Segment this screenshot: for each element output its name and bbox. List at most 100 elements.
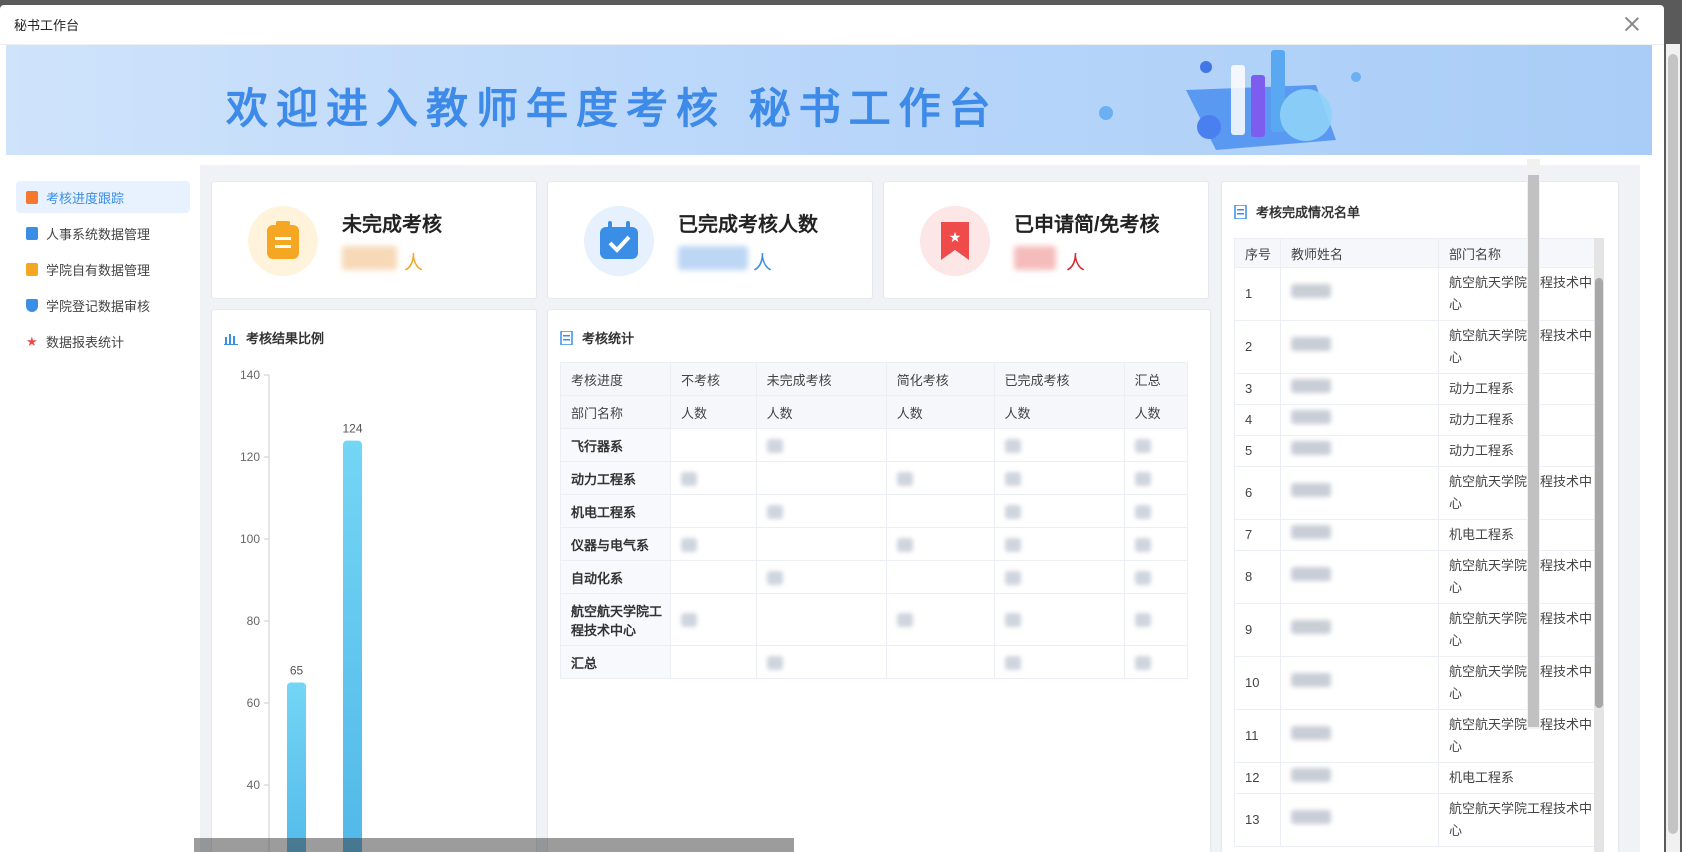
table-row[interactable]: 12 机电工程系 <box>1234 762 1604 794</box>
result-bar-chart: 140 120 100 80 60 40 65 124 <box>240 368 363 852</box>
sidebar-item-reports[interactable]: ★ 数据报表统计 <box>16 325 190 357</box>
blurred-name <box>1291 567 1331 581</box>
stat-table-card: 考核统计 考核进度 不考核 未完成考核 简化考核 已完成考核 汇总 部门名称 人数 人数 人数人… <box>547 309 1211 852</box>
table-row[interactable]: 5 动力工程系 <box>1234 435 1604 467</box>
table-row[interactable]: 4 动力工程系 <box>1234 404 1604 436</box>
row-number-cell: 4 <box>1234 404 1281 436</box>
bar-0[interactable] <box>287 682 306 852</box>
blurred-value <box>1134 537 1151 552</box>
sidebar-item-label: 学院登记数据审核 <box>46 298 151 314</box>
star-icon: ★ <box>26 333 38 349</box>
blurred-value <box>1004 504 1021 519</box>
stat-label: 未完成考核 <box>342 214 442 236</box>
blurred-value <box>766 655 783 670</box>
row-number-cell: 3 <box>1234 373 1281 405</box>
department-cell: 航空航天学院工程技术中心 <box>1438 709 1604 763</box>
table-cell-blurred <box>670 494 757 528</box>
content-scrollbar[interactable] <box>1527 159 1540 729</box>
department-cell: 航空航天学院工程技术中心 <box>1438 550 1604 604</box>
department-cell: 航空航天学院工程技术中心 <box>1438 603 1604 657</box>
stat-card-exempt: ★ 已申请简/免考核 人 <box>883 181 1209 299</box>
teacher-name-cell <box>1280 709 1439 763</box>
bar-1[interactable] <box>343 440 362 852</box>
department-cell: 航空航天学院工程技术中心 <box>1438 267 1604 321</box>
department-cell: 航空航天学院工程技术中心 <box>1438 656 1604 710</box>
y-tick-label: 100 <box>240 532 260 546</box>
blurred-value <box>681 537 697 552</box>
blurred-value <box>1134 504 1151 519</box>
document-icon <box>1234 204 1247 219</box>
sidebar-item-review[interactable]: 学院登记数据审核 <box>16 289 190 321</box>
row-number-cell: 10 <box>1234 656 1281 710</box>
table-cell-blurred <box>755 461 887 495</box>
table-row[interactable]: 1 航空航天学院工程技术中心 <box>1234 267 1604 321</box>
stat-unit: 人 <box>1066 253 1086 274</box>
page-scrollbar[interactable] <box>1666 44 1680 852</box>
blurred-name <box>1291 810 1331 824</box>
table-cell-blurred <box>755 593 887 646</box>
blurred-value <box>1004 570 1021 585</box>
table-row[interactable]: 13 航空航天学院工程技术中心 <box>1234 793 1604 847</box>
table-row[interactable]: 7 机电工程系 <box>1234 519 1604 551</box>
blurred-value <box>1004 613 1021 628</box>
window-title: 秘书工作台 <box>14 18 80 33</box>
table-header-row: 序号 教师姓名 部门名称 <box>1234 238 1604 268</box>
sidebar-item-hr-data[interactable]: 人事系统数据管理 <box>16 217 190 249</box>
table-cell-blurred <box>993 527 1125 561</box>
list-scrollbar[interactable] <box>1594 238 1604 852</box>
blurred-name <box>1291 379 1331 393</box>
teacher-name-cell <box>1280 762 1439 794</box>
row-number-cell: 6 <box>1234 466 1281 520</box>
teacher-name-cell <box>1280 656 1439 710</box>
sidebar-item-college-data[interactable]: 学院自有数据管理 <box>16 253 190 285</box>
table-cell-blurred <box>993 461 1125 495</box>
blurred-value <box>896 537 913 552</box>
blurred-name <box>1291 525 1331 539</box>
blurred-value <box>681 471 697 486</box>
department-cell: 机电工程系 <box>1438 519 1604 551</box>
table-header-cell: 部门名称 <box>1438 238 1604 268</box>
table-row[interactable]: 3 动力工程系 <box>1234 373 1604 405</box>
scrollbar-thumb[interactable] <box>1595 278 1603 708</box>
sidebar-item-progress[interactable]: 考核进度跟踪 <box>16 181 190 213</box>
teacher-name-cell <box>1280 550 1439 604</box>
blurred-name <box>1291 337 1331 351</box>
department-name-cell: 航空航天学院工程技术中心 <box>560 593 671 646</box>
table-row[interactable]: 8 航空航天学院工程技术中心 <box>1234 550 1604 604</box>
teacher-name-cell <box>1280 466 1439 520</box>
teacher-name-cell <box>1280 435 1439 467</box>
table-row[interactable]: 6 航空航天学院工程技术中心 <box>1234 466 1604 520</box>
table-cell-blurred <box>993 428 1125 462</box>
table-header-cell: 人数 <box>1123 395 1189 429</box>
row-number-cell: 7 <box>1234 519 1281 551</box>
table-cell-blurred <box>670 461 757 495</box>
stat-card-incomplete: 未完成考核 人 <box>211 181 537 299</box>
welcome-banner: 欢迎进入教师年度考核 秘书工作台 <box>6 45 1652 155</box>
scrollbar-thumb[interactable] <box>1528 175 1539 727</box>
table-cell-blurred <box>993 494 1125 528</box>
table-cell-blurred <box>885 593 995 646</box>
section-title: 考核统计 <box>582 331 635 346</box>
section-title: 考核完成情况名单 <box>1256 205 1361 220</box>
table-cell-blurred <box>885 645 995 679</box>
blurred-value <box>1134 570 1151 585</box>
blurred-name <box>1291 620 1331 634</box>
table-header-cell: 不考核 <box>670 362 757 396</box>
table-cell-blurred <box>1123 645 1189 679</box>
blurred-value <box>1004 655 1021 670</box>
table-row[interactable]: 10 航空航天学院工程技术中心 <box>1234 656 1604 710</box>
table-cell-blurred <box>885 560 995 594</box>
scrollbar-thumb[interactable] <box>1668 54 1678 834</box>
table-cell-blurred <box>670 428 757 462</box>
table-cell-blurred <box>755 560 887 594</box>
table-row[interactable]: 9 航空航天学院工程技术中心 <box>1234 603 1604 657</box>
y-tick-label: 140 <box>240 368 260 382</box>
table-row[interactable]: 11 航空航天学院工程技术中心 <box>1234 709 1604 763</box>
blurred-value <box>896 613 913 628</box>
table-cell-blurred <box>755 494 887 528</box>
table-cell-blurred <box>670 593 757 646</box>
table-row[interactable]: 2 航空航天学院工程技术中心 <box>1234 320 1604 374</box>
row-number-cell: 2 <box>1234 320 1281 374</box>
close-icon[interactable] <box>1622 14 1642 34</box>
table-header-cell: 人数 <box>885 395 995 429</box>
